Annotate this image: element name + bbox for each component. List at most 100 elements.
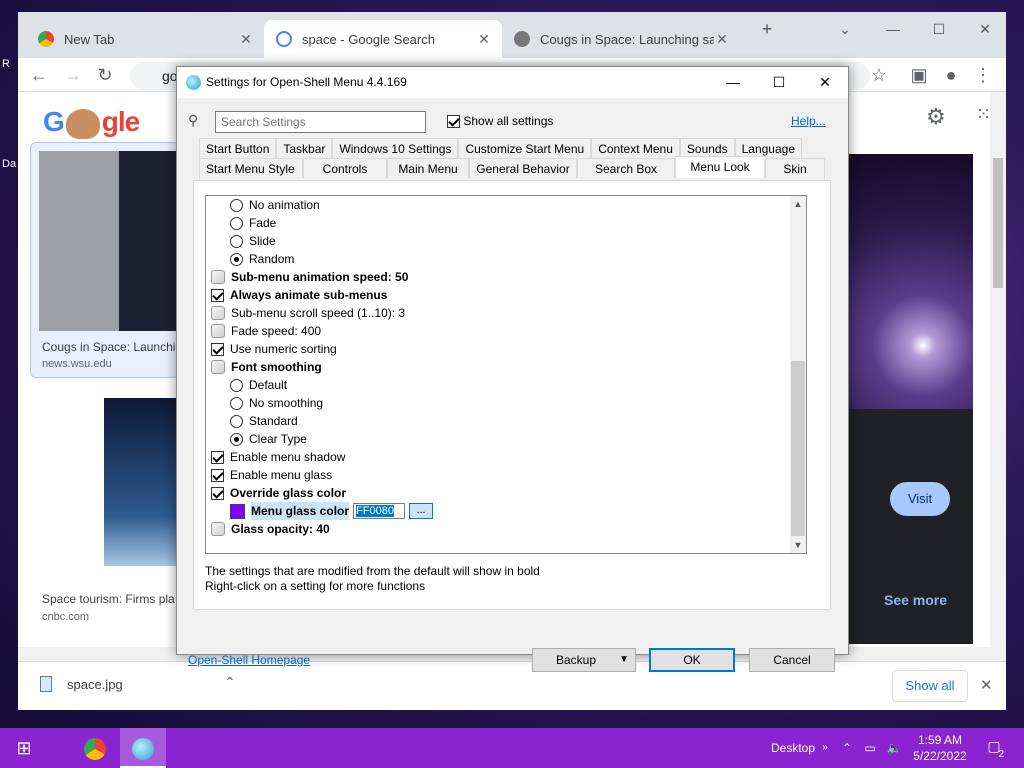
- checkbox[interactable]: [211, 450, 224, 464]
- scroll-up-icon[interactable]: ▲: [790, 196, 806, 212]
- radio-button[interactable]: [230, 198, 243, 212]
- settings-list-scrollbar[interactable]: ▲ ▼: [790, 196, 806, 553]
- close-icon[interactable]: ✕: [476, 31, 492, 48]
- apps-grid-icon[interactable]: ⁙: [976, 104, 991, 125]
- setting-fade-speed[interactable]: Fade speed: 400: [211, 322, 321, 340]
- network-icon[interactable]: ▭: [860, 728, 880, 768]
- color-picker-button[interactable]: ...: [409, 503, 434, 519]
- desktop-toolbar-label[interactable]: Desktop: [766, 728, 820, 768]
- setting-glass-opacity[interactable]: Glass opacity: 40: [211, 520, 330, 538]
- color-value-input[interactable]: FF0080: [353, 503, 406, 519]
- setting-random[interactable]: Random: [230, 250, 294, 268]
- tab-cougs-in-space[interactable]: Cougs in Space: Launching satell ✕: [502, 20, 740, 58]
- backup-button[interactable]: Backup ▼: [532, 648, 636, 672]
- close-window-icon[interactable]: ✕: [962, 16, 1008, 42]
- tab-main-menu[interactable]: Main Menu: [387, 158, 469, 178]
- tab-sounds[interactable]: Sounds: [679, 138, 735, 158]
- tab-context-menu[interactable]: Context Menu: [591, 138, 680, 158]
- windows-start-icon[interactable]: ⊞: [0, 728, 48, 768]
- setting-standard[interactable]: Standard: [230, 412, 298, 430]
- reload-icon[interactable]: ↻: [92, 62, 118, 88]
- tab-start-menu-style[interactable]: Start Menu Style: [199, 158, 303, 178]
- setting-use-numeric-sorting[interactable]: Use numeric sorting: [211, 340, 337, 358]
- checkbox[interactable]: [211, 486, 224, 500]
- show-all-button[interactable]: Show all: [892, 670, 968, 702]
- radio-button[interactable]: [230, 216, 243, 230]
- radio-button[interactable]: [230, 414, 243, 428]
- volume-icon[interactable]: 🔈: [884, 728, 904, 768]
- minimize-icon[interactable]: —: [710, 67, 756, 98]
- setting-override-glass-color[interactable]: Override glass color: [211, 484, 346, 502]
- notifications-icon[interactable]: ▢ 2: [984, 738, 1004, 760]
- setting-always-animate-submenus[interactable]: Always animate sub-menus: [211, 286, 387, 304]
- tab-start-button[interactable]: Start Button: [199, 138, 277, 158]
- setting-submenu-scroll-speed[interactable]: Sub-menu scroll speed (1..10): 3: [211, 304, 405, 322]
- google-doodle[interactable]: Ggle: [43, 106, 140, 139]
- visit-button[interactable]: Visit: [890, 482, 950, 516]
- result-caption[interactable]: Space tourism: Firms pla: [42, 592, 175, 606]
- new-tab-button[interactable]: +: [744, 16, 790, 42]
- maximize-icon[interactable]: ☐: [916, 16, 962, 42]
- radio-button[interactable]: [230, 378, 243, 392]
- scrollbar-thumb[interactable]: [791, 361, 805, 536]
- radio-button[interactable]: [230, 252, 243, 266]
- show-all-settings-checkbox[interactable]: Show all settings: [447, 114, 553, 129]
- setting-submenu-animation-speed[interactable]: Sub-menu animation speed: 50: [211, 268, 408, 286]
- setting-clear-type[interactable]: Clear Type: [230, 430, 307, 448]
- close-icon[interactable]: ✕: [802, 67, 848, 98]
- tab-search-box[interactable]: Search Box: [577, 158, 675, 178]
- checkbox[interactable]: [211, 342, 224, 356]
- tab-taskbar[interactable]: Taskbar: [276, 138, 333, 158]
- close-icon[interactable]: ✕: [714, 31, 730, 48]
- setting-default[interactable]: Default: [230, 376, 287, 394]
- checkbox[interactable]: [447, 115, 460, 129]
- checkbox[interactable]: [211, 288, 224, 302]
- setting-font-smoothing[interactable]: Font smoothing: [211, 358, 322, 376]
- radio-button[interactable]: [230, 234, 243, 248]
- radio-button[interactable]: [230, 432, 243, 446]
- setting-no-animation[interactable]: No animation: [230, 196, 320, 214]
- tab-search-icon[interactable]: ⌄: [822, 16, 868, 42]
- vertical-scrollbar[interactable]: [990, 92, 1006, 647]
- setting-enable-menu-shadow[interactable]: Enable menu shadow: [211, 448, 345, 466]
- tab-language[interactable]: Language: [734, 138, 802, 158]
- search-settings-input[interactable]: [215, 111, 426, 133]
- forward-icon[interactable]: →: [60, 62, 86, 88]
- minimize-icon[interactable]: —: [870, 16, 916, 42]
- menu-icon[interactable]: ⋮: [970, 62, 996, 88]
- tab-customize-start-menu[interactable]: Customize Start Menu: [458, 138, 592, 158]
- chevron-icon[interactable]: »: [818, 728, 832, 768]
- maximize-icon[interactable]: ☐: [756, 67, 802, 98]
- star-icon[interactable]: ☆: [866, 62, 892, 88]
- tray-overflow-icon[interactable]: ⌃: [838, 728, 856, 768]
- chrome-taskbar-icon[interactable]: [72, 728, 118, 768]
- radio-button[interactable]: [230, 396, 243, 410]
- cancel-button[interactable]: Cancel: [749, 648, 835, 672]
- ok-button[interactable]: OK: [649, 648, 735, 672]
- help-link[interactable]: Help...: [791, 114, 826, 128]
- setting-slide[interactable]: Slide: [230, 232, 276, 250]
- system-clock[interactable]: 1:59 AM 5/22/2022: [910, 732, 970, 764]
- tab-new-tab[interactable]: New Tab ✕: [26, 20, 264, 58]
- checkbox[interactable]: [211, 468, 224, 482]
- setting-enable-menu-glass[interactable]: Enable menu glass: [211, 466, 332, 484]
- tab-controls[interactable]: Controls: [303, 158, 387, 178]
- setting-no-smoothing[interactable]: No smoothing: [230, 394, 323, 412]
- tab-windows-10-settings[interactable]: Windows 10 Settings: [332, 138, 459, 158]
- settings-gear-icon[interactable]: ⚙: [926, 104, 946, 130]
- close-icon[interactable]: ✕: [980, 676, 993, 694]
- scroll-down-icon[interactable]: ▼: [790, 537, 806, 553]
- tab-menu-look[interactable]: Menu Look: [675, 156, 765, 178]
- see-more-link[interactable]: See more: [884, 592, 947, 608]
- result-image[interactable]: [104, 398, 178, 566]
- back-icon[interactable]: ←: [26, 62, 52, 88]
- close-icon[interactable]: ✕: [238, 31, 254, 48]
- tab-space-search[interactable]: space - Google Search ✕: [264, 20, 502, 58]
- image-result-card[interactable]: Cougs in Space: Launchi news.wsu.edu: [30, 142, 180, 378]
- download-filename[interactable]: space.jpg: [67, 677, 123, 692]
- scrollbar-thumb[interactable]: [993, 158, 1003, 288]
- setting-fade[interactable]: Fade: [230, 214, 276, 232]
- tab-general-behavior[interactable]: General Behavior: [469, 158, 577, 178]
- chevron-up-icon[interactable]: ⌃: [224, 674, 236, 691]
- open-shell-homepage-link[interactable]: Open-Shell Homepage: [188, 653, 310, 667]
